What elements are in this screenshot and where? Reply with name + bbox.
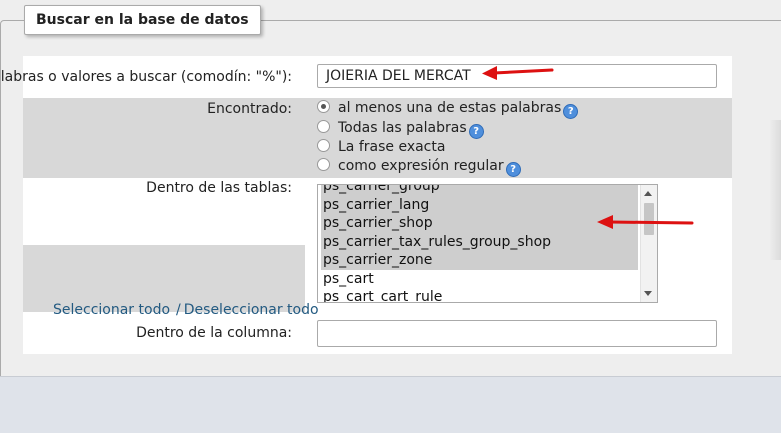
- table-list-item[interactable]: ps_carrier_zone: [321, 251, 638, 270]
- link-separator: /: [176, 302, 181, 318]
- panel-edge-shadow: [769, 120, 781, 260]
- table-list-item[interactable]: ps_carrier_group: [321, 185, 638, 196]
- radio-any-words[interactable]: al menos una de estas palabras?: [317, 99, 579, 119]
- match-type-row: Encontrado: al menos una de estas palabr…: [23, 98, 732, 178]
- radio-exact-phrase[interactable]: La frase exacta: [317, 138, 445, 157]
- radio-button[interactable]: [317, 139, 330, 152]
- listbox-scrollbar[interactable]: [640, 185, 657, 302]
- footer-bar: [0, 376, 781, 433]
- radio-regex-label: como expresión regular: [338, 158, 504, 174]
- annotation-arrow-tables: [597, 215, 694, 229]
- help-icon[interactable]: ?: [505, 162, 521, 177]
- select-all-link[interactable]: Seleccionar todo: [53, 302, 170, 318]
- tables-row: Dentro de las tablas: ps_carrier_group p…: [23, 178, 732, 312]
- scroll-down-arrow-icon[interactable]: [644, 291, 652, 296]
- table-list-item[interactable]: ps_carrier_tax_rules_group_shop: [321, 232, 638, 251]
- scroll-up-arrow-icon[interactable]: [644, 191, 652, 196]
- annotation-arrow-search: [482, 66, 554, 80]
- help-icon[interactable]: ?: [468, 124, 484, 139]
- column-input[interactable]: [317, 320, 717, 347]
- table-list-item[interactable]: ps_carrier_lang: [321, 195, 638, 214]
- radio-button[interactable]: [317, 120, 330, 133]
- table-list-item[interactable]: ps_cart: [321, 270, 638, 289]
- help-icon[interactable]: ?: [563, 104, 579, 119]
- column-label: Dentro de la columna:: [136, 325, 292, 341]
- table-list-item[interactable]: ps_carrier_shop: [321, 214, 638, 233]
- deselect-all-link[interactable]: Deseleccionar todo: [184, 302, 319, 318]
- radio-all-words-label: Todas las palabras: [338, 120, 467, 136]
- radio-any-words-label: al menos una de estas palabras: [338, 100, 562, 116]
- search-words-label: Palabras o valores a buscar (comodín: "%…: [0, 69, 292, 85]
- column-row: Dentro de la columna:: [23, 312, 732, 354]
- match-type-label: Encontrado:: [207, 101, 292, 117]
- table-list-item[interactable]: ps_cart_cart_rule: [321, 288, 638, 302]
- radio-all-words[interactable]: Todas las palabras?: [317, 119, 484, 139]
- search-words-row: Palabras o valores a buscar (comodín: "%…: [0, 56, 732, 98]
- radio-button[interactable]: [317, 158, 330, 171]
- select-links: Seleccionar todo / Deseleccionar todo: [53, 302, 319, 318]
- radio-exact-phrase-label: La frase exacta: [338, 139, 446, 155]
- radio-regex[interactable]: como expresión regular?: [317, 157, 521, 177]
- search-legend: Buscar en la base de datos: [24, 5, 261, 35]
- tables-label: Dentro de las tablas:: [146, 180, 292, 196]
- tables-listbox[interactable]: ps_carrier_group ps_carrier_lang ps_carr…: [317, 184, 658, 303]
- radio-button-checked[interactable]: [317, 100, 330, 113]
